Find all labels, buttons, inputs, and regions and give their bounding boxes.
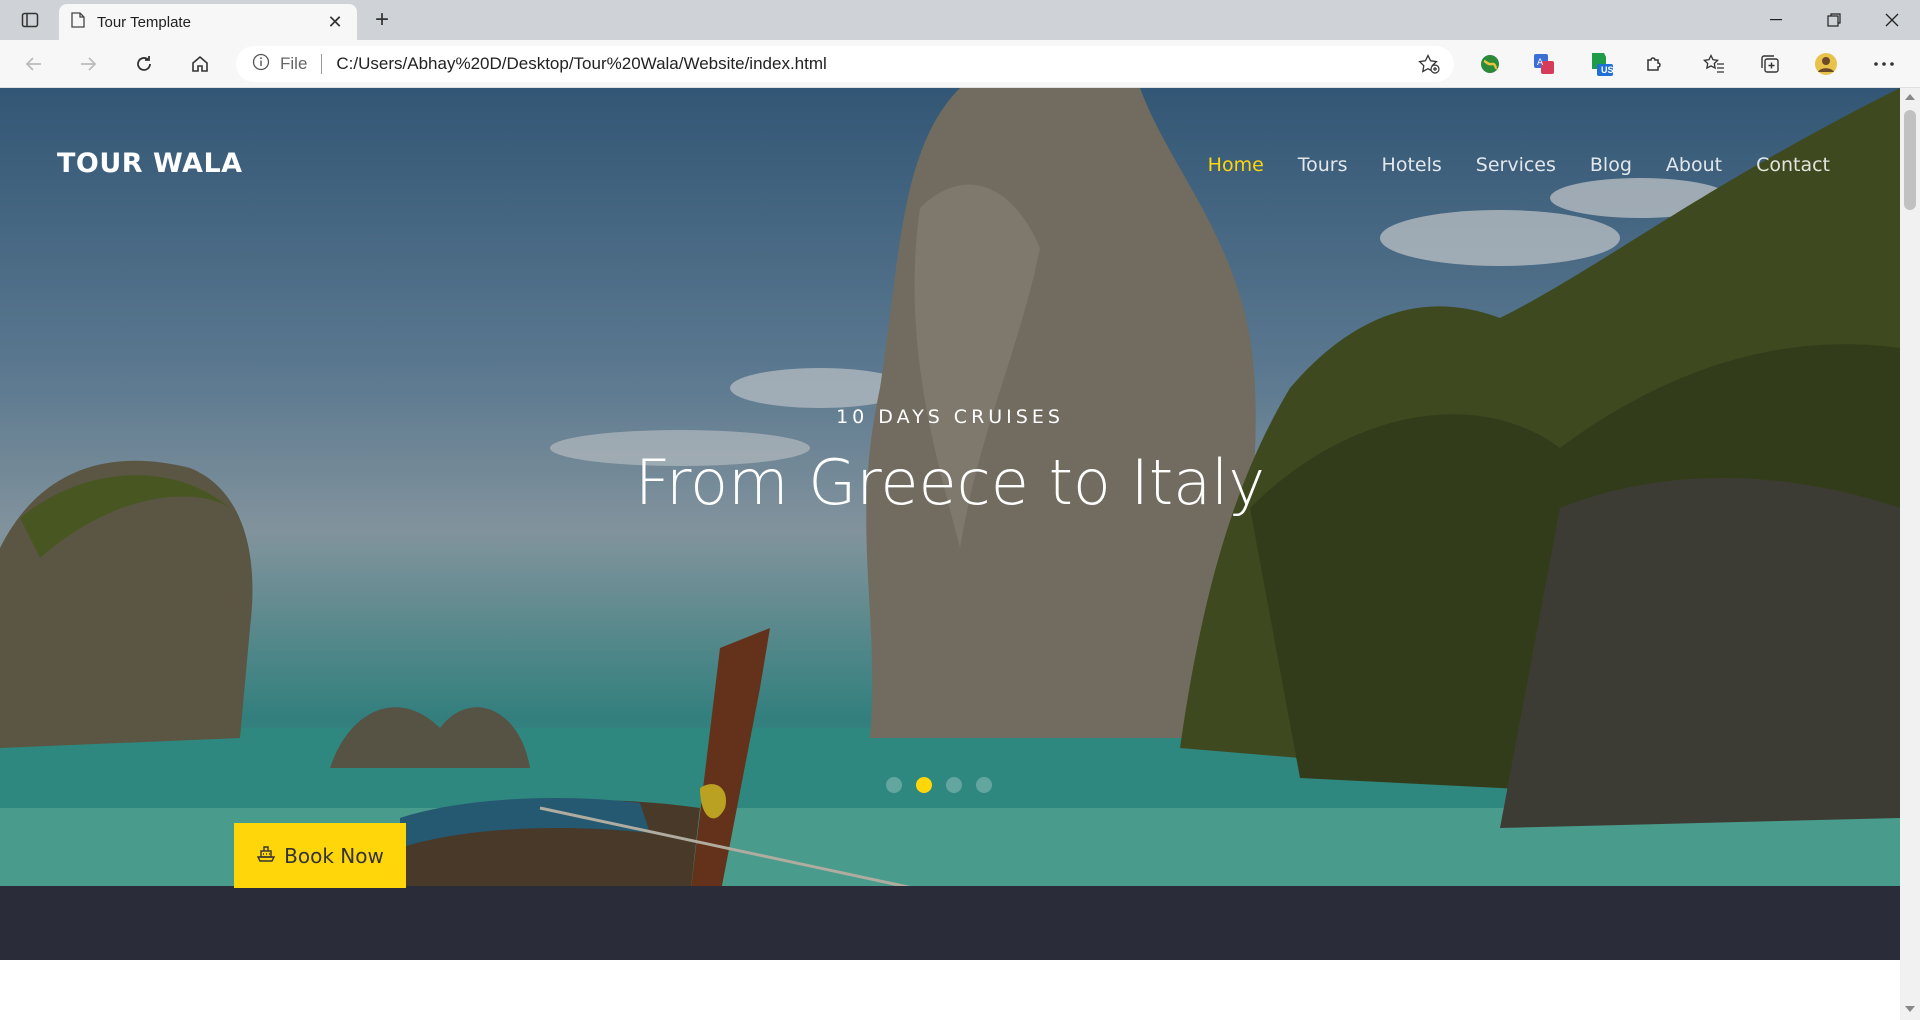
browser-toolbar: File C:/Users/Abhay%20D/Desktop/Tour%20W… (0, 40, 1920, 88)
nav-item-hotels[interactable]: Hotels (1382, 154, 1442, 176)
restore-button[interactable] (1806, 0, 1862, 40)
vpn-badge-label: US (1601, 65, 1614, 75)
address-separator (321, 54, 323, 74)
scrollbar-thumb[interactable] (1904, 110, 1916, 210)
svg-text:A: A (1537, 58, 1544, 68)
back-button[interactable] (18, 48, 50, 80)
ship-icon (256, 843, 276, 868)
book-now-label: Book Now (284, 843, 384, 868)
home-button[interactable] (184, 48, 216, 80)
nav-item-about[interactable]: About (1666, 154, 1722, 176)
nav-item-home[interactable]: Home (1208, 154, 1264, 176)
more-menu-icon[interactable] (1870, 50, 1898, 78)
browser-tab-bar: Tour Template ✕ + (0, 0, 1920, 40)
globe-extension-icon[interactable] (1476, 50, 1504, 78)
page-scrollbar[interactable] (1900, 88, 1920, 1020)
page-viewport: TOUR WALA Home Tours Hotels Services Blo… (0, 88, 1900, 1020)
address-url[interactable]: C:/Users/Abhay%20D/Desktop/Tour%20Wala/W… (336, 54, 826, 74)
nav-item-contact[interactable]: Contact (1756, 154, 1830, 176)
slider-dot-active[interactable] (916, 777, 932, 793)
scroll-down-arrow[interactable] (1905, 1006, 1915, 1012)
address-scheme-label: File (280, 54, 308, 73)
add-favorite-icon[interactable] (1418, 54, 1440, 79)
book-now-button[interactable]: Book Now (234, 823, 406, 888)
extensions-puzzle-icon[interactable] (1640, 50, 1668, 78)
slider-dot[interactable] (976, 777, 992, 793)
scroll-up-arrow[interactable] (1905, 94, 1915, 100)
tab-actions-icon[interactable] (14, 8, 46, 32)
hero-subtitle: 10 DAYS CRUISES (836, 406, 1064, 428)
hero-headline: From Greece to Italy (634, 446, 1266, 519)
browser-tab[interactable]: Tour Template ✕ (59, 4, 357, 40)
nav-item-services[interactable]: Services (1476, 154, 1556, 176)
address-bar[interactable]: File C:/Users/Abhay%20D/Desktop/Tour%20W… (236, 46, 1454, 82)
profile-avatar-icon[interactable] (1812, 50, 1840, 78)
dark-section-band (0, 886, 1900, 960)
page-icon (71, 11, 85, 33)
hero-slider: TOUR WALA Home Tours Hotels Services Blo… (0, 88, 1900, 896)
forward-button[interactable] (72, 48, 104, 80)
slider-dot[interactable] (946, 777, 962, 793)
nav-item-blog[interactable]: Blog (1590, 154, 1632, 176)
tab-title: Tour Template (97, 13, 191, 31)
collections-icon[interactable] (1756, 50, 1784, 78)
slider-pagination (886, 777, 992, 793)
translate-extension-icon[interactable]: A (1530, 50, 1558, 78)
favorites-icon[interactable] (1700, 50, 1728, 78)
slider-dot[interactable] (886, 777, 902, 793)
close-window-button[interactable] (1864, 0, 1920, 40)
nav-item-tours[interactable]: Tours (1298, 154, 1348, 176)
vpn-extension-icon[interactable]: US (1586, 50, 1614, 78)
refresh-button[interactable] (128, 48, 160, 80)
main-nav: Home Tours Hotels Services Blog About Co… (1208, 154, 1830, 176)
info-icon[interactable] (252, 53, 270, 76)
site-logo[interactable]: TOUR WALA (57, 148, 243, 179)
minimize-button[interactable] (1748, 0, 1804, 40)
new-tab-button[interactable]: + (368, 6, 396, 34)
close-tab-icon[interactable]: ✕ (325, 12, 345, 33)
